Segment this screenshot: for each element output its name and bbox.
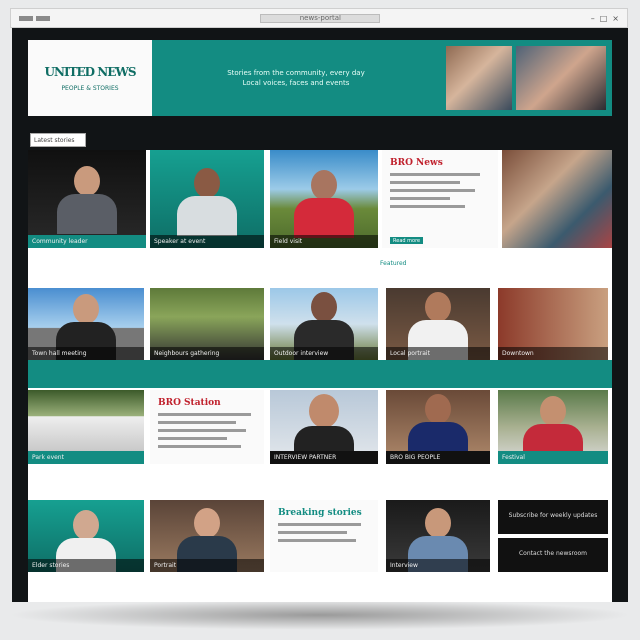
tile-caption: Town hall meeting — [28, 347, 144, 360]
story-tile[interactable]: Neighbours gathering — [150, 288, 264, 360]
browser-viewport: UNITED NEWS PEOPLE & STORIES Stories fro… — [12, 28, 628, 602]
tile-caption: Field visit — [270, 235, 378, 248]
section-band — [28, 360, 612, 388]
text-line — [158, 429, 247, 432]
article-title[interactable]: BRO News — [390, 158, 490, 168]
page-shadow — [8, 600, 632, 630]
photo-collage[interactable] — [502, 150, 612, 248]
story-tile[interactable]: Interview — [386, 500, 490, 572]
tile-caption: Neighbours gathering — [150, 347, 264, 360]
minimize-icon[interactable]: – — [591, 14, 595, 23]
story-tile[interactable]: Portrait — [150, 500, 264, 572]
tab-indicator[interactable] — [36, 15, 50, 21]
text-line — [390, 197, 450, 200]
close-icon[interactable]: × — [612, 14, 619, 23]
text-line — [278, 523, 361, 526]
article-card[interactable]: Breaking stories — [270, 500, 378, 572]
tile-caption: INTERVIEW PARTNER — [270, 451, 378, 464]
content-grid: Community leader Speaker at event Field … — [28, 150, 612, 602]
story-tile[interactable]: Local portrait — [386, 288, 490, 360]
tab-strip[interactable] — [19, 15, 50, 21]
story-tile[interactable]: Field visit — [270, 150, 378, 248]
window-controls: – □ × — [591, 14, 619, 23]
text-line — [278, 539, 357, 542]
site-logo[interactable]: UNITED NEWS PEOPLE & STORIES — [28, 40, 152, 116]
header-tagline: Stories from the community, every day Lo… — [152, 40, 440, 116]
tagline-line: Local voices, faces and events — [242, 79, 350, 87]
story-tile[interactable]: INTERVIEW PARTNER — [270, 390, 378, 464]
tile-caption: Downtown — [498, 347, 608, 360]
tile-caption: Community leader — [28, 235, 146, 248]
story-tile[interactable]: Elder stories — [28, 500, 144, 572]
story-tile[interactable]: Downtown — [498, 288, 608, 360]
story-tile[interactable]: Festival — [498, 390, 608, 464]
story-tile[interactable]: Community leader — [28, 150, 146, 248]
text-line — [158, 421, 237, 424]
text-line — [158, 413, 252, 416]
contact-box[interactable]: Contact the newsroom — [498, 538, 608, 572]
article-title[interactable]: BRO Station — [158, 398, 256, 408]
tile-caption: BRO BIG PEOPLE — [386, 451, 490, 464]
tile-caption: Speaker at event — [150, 235, 264, 248]
maximize-icon[interactable]: □ — [600, 14, 608, 23]
person-photo — [294, 170, 354, 238]
tile-caption: Portrait — [150, 559, 264, 572]
text-line — [158, 445, 242, 448]
header-photo[interactable] — [446, 46, 512, 110]
person-photo — [57, 166, 117, 234]
address-bar[interactable]: news-portal — [260, 13, 381, 23]
text-line — [278, 531, 347, 534]
section-nav-link[interactable]: Latest stories — [30, 133, 86, 147]
read-more-link[interactable]: Read more — [390, 237, 424, 244]
tile-caption: Festival — [498, 451, 608, 464]
section-label: Featured — [380, 260, 407, 267]
text-line — [158, 437, 227, 440]
browser-toolbar: news-portal – □ × — [10, 8, 628, 28]
site-header: UNITED NEWS PEOPLE & STORIES Stories fro… — [28, 40, 612, 116]
tile-caption: Elder stories — [28, 559, 144, 572]
article-card[interactable]: BRO Station — [150, 390, 264, 464]
story-tile[interactable]: BRO BIG PEOPLE — [386, 390, 490, 464]
text-line — [390, 189, 475, 192]
text-line — [390, 181, 460, 184]
header-photo[interactable] — [516, 46, 606, 110]
story-tile[interactable]: Town hall meeting — [28, 288, 144, 360]
story-tile[interactable]: Park event — [28, 390, 144, 464]
article-card[interactable]: BRO News Read more — [382, 150, 498, 248]
header-photos — [440, 40, 612, 116]
text-line — [390, 173, 480, 176]
tile-caption: Park event — [28, 451, 144, 464]
tile-caption: Outdoor interview — [270, 347, 378, 360]
person-photo — [177, 168, 237, 236]
text-line — [390, 205, 465, 208]
logo-text: UNITED NEWS — [44, 64, 137, 79]
logo-subtitle: PEOPLE & STORIES — [61, 84, 119, 92]
subscribe-box[interactable]: Subscribe for weekly updates — [498, 500, 608, 534]
tagline-line: Stories from the community, every day — [227, 69, 365, 77]
article-title[interactable]: Breaking stories — [278, 508, 370, 518]
tab-indicator[interactable] — [19, 15, 33, 21]
story-tile[interactable]: Speaker at event — [150, 150, 264, 248]
tile-caption: Local portrait — [386, 347, 490, 360]
tile-caption: Interview — [386, 559, 490, 572]
story-tile[interactable]: Outdoor interview — [270, 288, 378, 360]
